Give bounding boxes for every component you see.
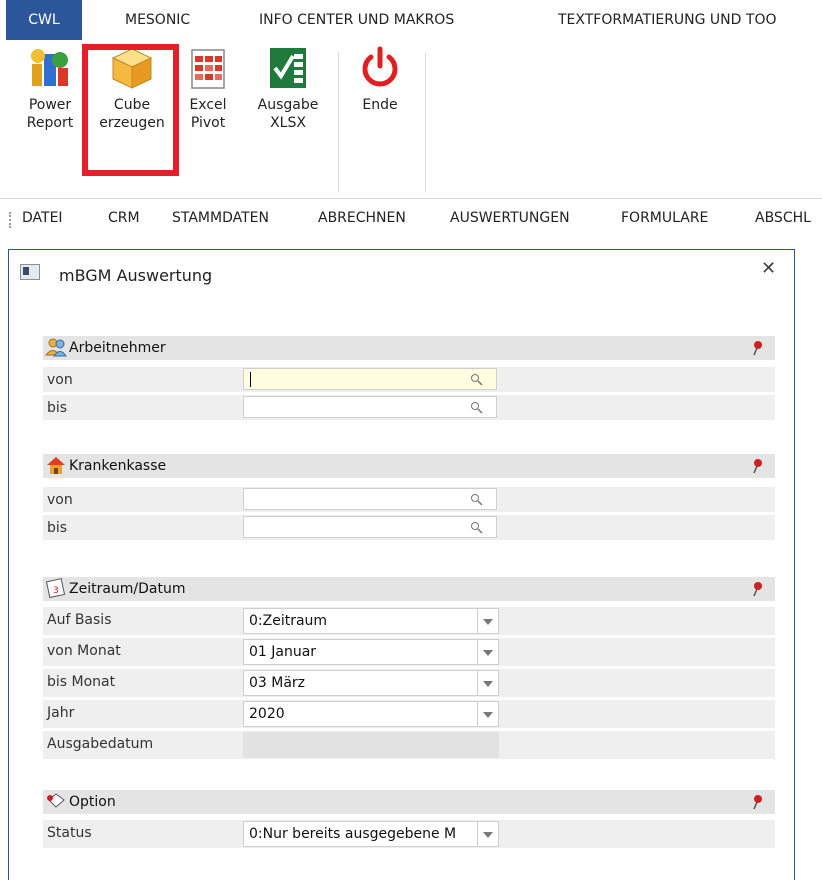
ausgabedatum-row: Ausgabedatum — [43, 731, 775, 759]
menu-abrechnen[interactable]: ABRECHNEN — [318, 210, 406, 226]
ende-button[interactable]: Ende — [348, 46, 412, 114]
tab-cwl[interactable]: CWL — [6, 0, 82, 40]
excel-xlsx-icon — [270, 48, 306, 88]
pin-icon[interactable] — [751, 340, 765, 356]
section-krankenkasse: Krankenkasse — [43, 454, 775, 478]
search-icon[interactable] — [470, 521, 484, 535]
pin-icon[interactable] — [751, 794, 765, 810]
jahr-row: Jahr 2020 — [43, 700, 775, 728]
power-off-icon — [362, 46, 398, 87]
pin-icon[interactable] — [751, 581, 765, 597]
arbeitnehmer-bis-row: bis — [43, 395, 775, 420]
section-arbeitnehmer: Arbeitnehmer — [43, 336, 775, 360]
tab-info-center[interactable]: INFO CENTER UND MAKROS — [259, 0, 454, 40]
toolbar-grip[interactable] — [9, 212, 13, 228]
menu-abschluss[interactable]: ABSCHL — [755, 210, 811, 226]
calendar-icon: 3 — [45, 578, 66, 599]
krankenkasse-von-input[interactable] — [243, 488, 497, 510]
chevron-down-icon[interactable] — [477, 640, 498, 664]
tab-mesonic[interactable]: MESONIC — [125, 0, 190, 40]
people-icon — [45, 338, 67, 357]
ribbon-separator — [338, 52, 339, 192]
krankenkasse-von-row: von — [43, 487, 775, 512]
highlight-frame — [82, 44, 179, 176]
pin-icon[interactable] — [751, 458, 765, 474]
chevron-down-icon[interactable] — [477, 822, 498, 846]
status-select[interactable]: 0:Nur bereits ausgegebene M — [243, 821, 499, 847]
ausgabedatum-input — [243, 732, 499, 758]
bis-monat-select[interactable]: 03 März — [243, 670, 499, 696]
window-title: mBGM Auswertung — [59, 266, 213, 285]
krankenkasse-bis-input[interactable] — [243, 516, 497, 538]
ribbon-separator — [425, 52, 426, 192]
section-zeitraum-datum: 3 Zeitraum/Datum — [43, 577, 775, 601]
von-monat-select[interactable]: 01 Januar — [243, 639, 499, 665]
power-report-button[interactable]: Power Report — [20, 46, 80, 132]
svg-text:3: 3 — [53, 586, 59, 596]
excel-pivot-button[interactable]: Excel Pivot — [180, 46, 236, 132]
menu-crm[interactable]: CRM — [108, 210, 140, 226]
krankenkasse-bis-row: bis — [43, 515, 775, 540]
window-icon — [20, 264, 40, 280]
search-icon[interactable] — [470, 493, 484, 507]
auf-basis-row: Auf Basis 0:Zeitraum — [43, 607, 775, 635]
von-monat-row: von Monat 01 Januar — [43, 638, 775, 666]
menu-formulare[interactable]: FORMULARE — [621, 210, 708, 226]
arbeitnehmer-bis-input[interactable] — [243, 396, 497, 418]
status-row: Status 0:Nur bereits ausgegebene M — [43, 820, 775, 848]
menu-datei[interactable]: DATEI — [22, 210, 63, 226]
arbeitnehmer-von-row: von — [43, 367, 775, 392]
menu-auswertungen[interactable]: AUSWERTUNGEN — [450, 210, 570, 226]
jahr-select[interactable]: 2020 — [243, 701, 499, 727]
house-icon — [47, 457, 65, 474]
bis-monat-row: bis Monat 03 März — [43, 669, 775, 697]
chevron-down-icon[interactable] — [477, 671, 498, 695]
power-report-icon — [31, 49, 68, 86]
ausgabe-xlsx-button[interactable]: Ausgabe XLSX — [246, 46, 330, 132]
search-icon[interactable] — [470, 401, 484, 415]
chevron-down-icon[interactable] — [477, 702, 498, 726]
search-icon[interactable] — [470, 373, 484, 387]
mbgm-auswertung-window: mBGM Auswertung ✕ Arbeitnehmer von bis K… — [8, 249, 795, 880]
menu-stammdaten[interactable]: STAMMDATEN — [172, 210, 269, 226]
ribbon-tab-bar: CWL MESONIC INFO CENTER UND MAKROS TEXTF… — [0, 0, 822, 40]
auf-basis-select[interactable]: 0:Zeitraum — [243, 608, 499, 634]
chevron-down-icon[interactable] — [477, 609, 498, 633]
excel-pivot-icon — [191, 49, 225, 89]
menu-bar: DATEI CRM STAMMDATEN ABRECHNEN AUSWERTUN… — [0, 205, 822, 235]
section-option: Option — [43, 790, 775, 814]
option-icon — [47, 793, 65, 808]
close-icon[interactable]: ✕ — [761, 258, 776, 279]
arbeitnehmer-von-input[interactable] — [243, 368, 497, 390]
tab-textformatierung[interactable]: TEXTFORMATIERUNG UND TOO — [558, 0, 776, 40]
